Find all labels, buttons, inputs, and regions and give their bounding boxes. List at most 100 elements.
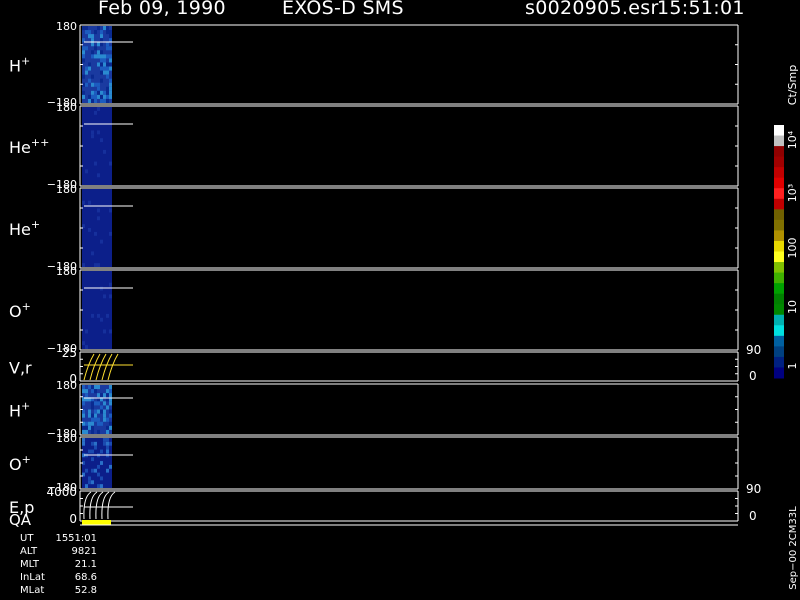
spectrogram-cell — [100, 66, 103, 71]
colorbar-segment — [774, 177, 784, 189]
spectrogram-cell — [85, 429, 88, 434]
spectrogram-cell — [100, 90, 103, 95]
spectrogram-cell — [82, 82, 85, 87]
spectrogram-cell — [100, 484, 103, 488]
spectrogram-cell — [106, 393, 109, 398]
spectrogram-cell — [91, 421, 94, 426]
spectrogram-cell — [88, 228, 91, 232]
spectrogram-cell — [88, 409, 91, 414]
spectrogram-cell — [91, 425, 94, 430]
spectrogram-cell — [109, 389, 112, 394]
spectrogram-cell — [91, 42, 94, 47]
y-tick-top-label: 25 — [62, 346, 77, 360]
panel-species-label: V,r — [9, 359, 32, 378]
spectrogram-cell — [91, 82, 94, 87]
spectrogram-cell — [85, 329, 88, 334]
spectrogram-cell — [94, 389, 97, 394]
spectrogram-cell — [100, 239, 103, 244]
y-tick-bottom-label: 0 — [69, 512, 77, 526]
spectrogram-cell — [88, 62, 91, 67]
spectrogram-cell — [97, 464, 100, 469]
spectrogram-cell — [109, 34, 112, 39]
colorbar-tick-label: 10 — [786, 300, 799, 314]
spectrogram-cell — [97, 130, 100, 135]
spectrogram-cell — [82, 425, 85, 430]
spectrogram-cell — [94, 82, 97, 87]
spectrogram-cell — [100, 286, 103, 291]
spectrogram-cell — [109, 231, 112, 236]
panel-species-label: He+ — [9, 218, 40, 239]
spectrogram-cell — [85, 30, 88, 35]
spectrogram-cell — [103, 441, 106, 446]
spectrogram-cell — [103, 438, 106, 442]
spectrogram-cell — [100, 476, 103, 481]
spectrogram-cell — [106, 425, 109, 430]
spectrogram-cell — [91, 94, 94, 99]
spectrogram-cell — [82, 200, 85, 205]
spectrogram-cell — [100, 98, 103, 103]
spectrogram-cell — [100, 94, 103, 99]
spectrogram-cell — [109, 90, 112, 95]
spectrogram-cell — [100, 42, 103, 47]
spectrogram-cell — [103, 54, 106, 59]
spectrogram-cell — [91, 251, 94, 256]
spectrogram-cell — [94, 401, 97, 406]
species-charge: + — [22, 453, 31, 466]
spectrogram-cell — [97, 82, 100, 87]
spectrogram-cell — [88, 425, 91, 430]
spectrogram-cell — [94, 110, 97, 115]
spectrogram-cell — [91, 449, 94, 454]
spectrogram-cell — [88, 385, 91, 390]
spectrogram-cell — [94, 231, 97, 236]
spectrogram-cell — [109, 294, 112, 299]
spectrogram-cell — [97, 50, 100, 55]
qa-label: QA — [9, 511, 32, 529]
spectrogram-cell — [100, 461, 103, 465]
spectrogram-cell — [82, 438, 85, 442]
spectrogram-cell — [100, 409, 103, 414]
spectrogram-cell — [82, 94, 85, 99]
spectrogram-cell — [97, 409, 100, 414]
spectrogram-cell — [82, 46, 85, 51]
colorbar-segment — [774, 314, 784, 326]
footer-row-label: ALT — [20, 546, 38, 557]
spectrogram-cell — [85, 82, 88, 87]
colorbar-unit-label: Ct/Smp — [786, 65, 799, 105]
spectrogram-cell — [91, 429, 94, 434]
panel-species-label: O+ — [9, 453, 31, 474]
colorbar-segment — [774, 230, 784, 242]
data-curve — [107, 491, 116, 520]
spectrogram-cell — [85, 389, 88, 394]
spectrogram-cell — [91, 441, 94, 446]
spectrogram-cell — [106, 66, 109, 71]
spectrogram-cell — [106, 445, 109, 450]
spectrogram-cell — [106, 313, 109, 318]
spectrogram-cell — [103, 329, 106, 334]
spectrogram-cell — [109, 161, 112, 166]
spectrogram-cell — [106, 389, 109, 394]
spectrogram-cell — [100, 393, 103, 398]
spectrogram-cell — [100, 50, 103, 55]
spectrogram-cell — [82, 385, 85, 390]
spectrogram-cell — [85, 421, 88, 426]
spectrogram-cell — [100, 317, 103, 322]
spectrogram-cell — [109, 30, 112, 35]
spectrogram-cell — [88, 66, 91, 71]
spectrogram-cell — [82, 50, 85, 55]
species-name: H — [9, 57, 21, 76]
spectrogram-cell — [109, 94, 112, 99]
colorbar-segment — [774, 240, 784, 252]
y-tick-top-label: 180 — [56, 101, 77, 114]
qa-bar — [82, 520, 111, 525]
spectrogram-cell — [85, 484, 88, 488]
spectrogram-cell — [106, 438, 109, 442]
colorbar-segment — [774, 325, 784, 337]
spectrogram-cell — [82, 58, 85, 63]
colorbar-segment — [774, 293, 784, 305]
spectrogram-cell — [109, 86, 112, 91]
spectrogram-cell — [85, 66, 88, 71]
y-tick-top-label: 180 — [56, 183, 77, 196]
spectrogram-cell — [106, 62, 109, 67]
right-axis-top-label: 90 — [746, 482, 761, 496]
spectrogram-cell — [103, 90, 106, 95]
